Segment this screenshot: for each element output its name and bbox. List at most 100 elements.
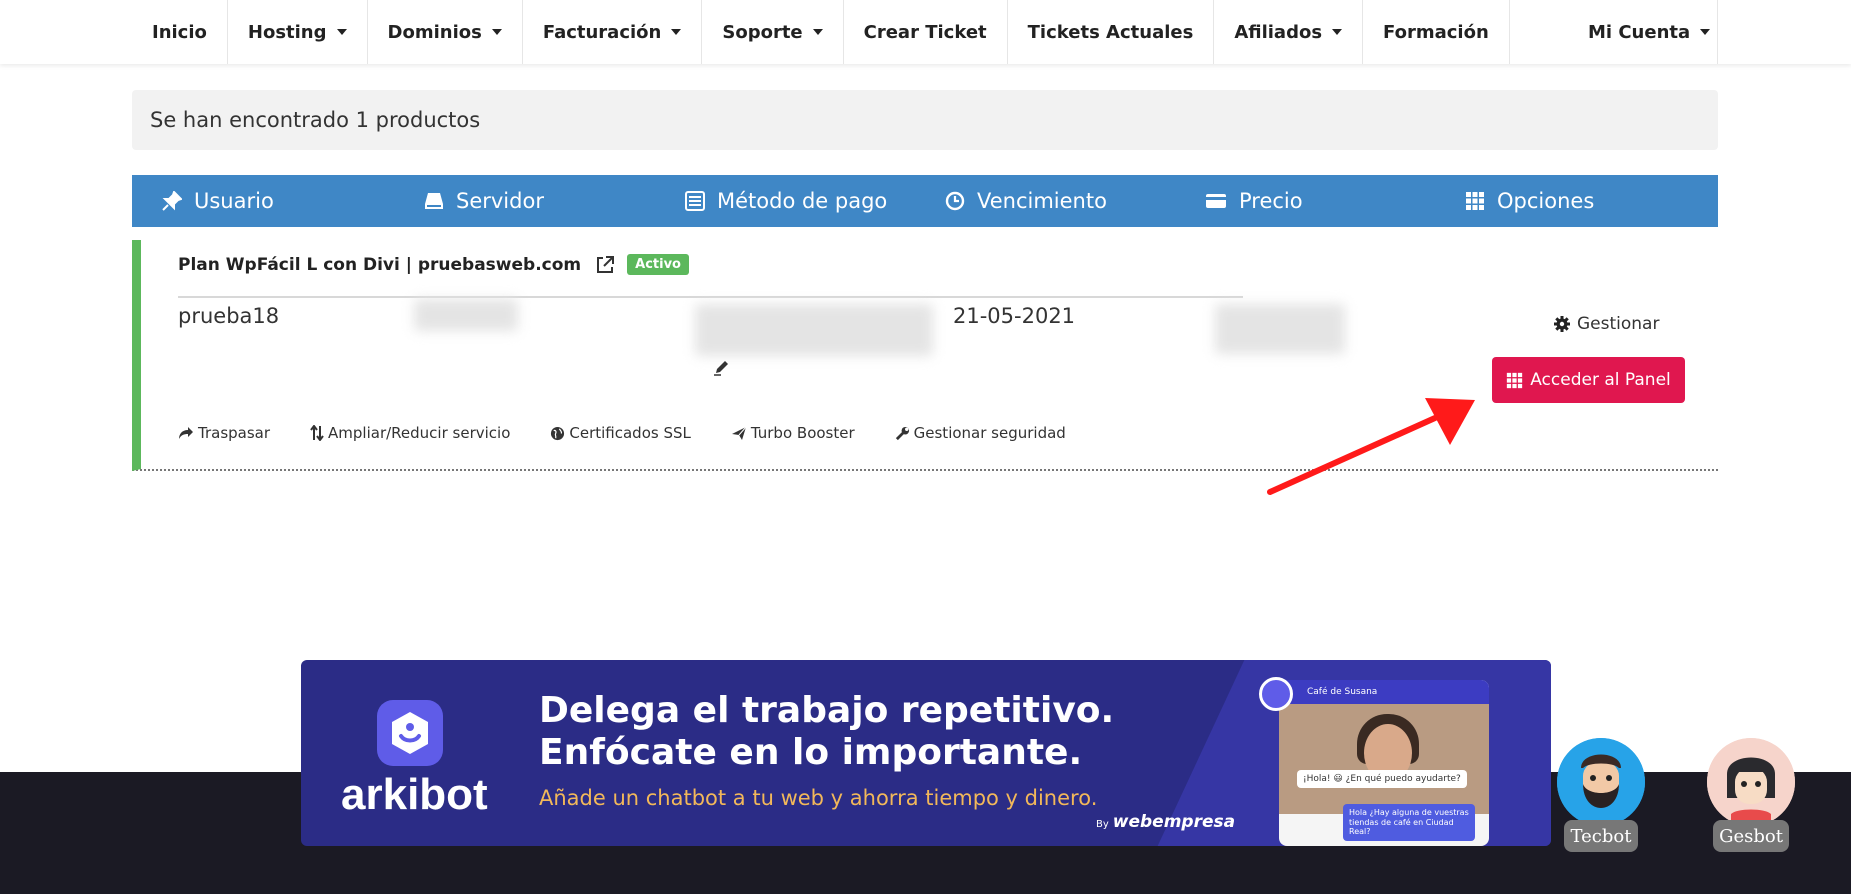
access-panel-label: Acceder al Panel (1530, 370, 1671, 390)
caret-down-icon (336, 29, 347, 35)
chat-title: Café de Susana (1307, 687, 1378, 697)
manage-security-link[interactable]: Gestionar seguridad (895, 424, 1066, 442)
action-label: Ampliar/Reducir servicio (328, 424, 511, 442)
wrench-icon (895, 426, 909, 440)
list-icon (685, 191, 705, 211)
chat-bot-avatar-icon (1259, 677, 1293, 711)
nav-item-label: Tickets Actuales (1027, 21, 1194, 43)
results-count-bar: Se han encontrado 1 productos (132, 90, 1718, 150)
action-label: Traspasar (198, 424, 271, 442)
nav-item-formaci-n[interactable]: Formación (1363, 0, 1510, 64)
nav-menu: Inicio Hosting Dominios Facturación Soporte C… (132, 0, 1510, 64)
column-header-precio[interactable]: Precio (1205, 175, 1303, 227)
access-panel-button[interactable]: Acceder al Panel (1492, 357, 1685, 403)
column-header-vencimiento[interactable]: Vencimiento (945, 175, 1107, 227)
divider (178, 296, 1243, 298)
banner-headline-1: Delega el trabajo repetitivo. (539, 690, 1115, 731)
column-header-usuario[interactable]: Usuario (162, 175, 274, 227)
column-header-servidor[interactable]: Servidor (424, 175, 544, 227)
banner-headline-2: Enfócate en lo importante. (539, 732, 1083, 773)
nav-item-label: Inicio (152, 21, 207, 43)
action-label: Gestionar seguridad (913, 424, 1066, 442)
banner-subline: Añade un chatbot a tu web y ahorra tiemp… (539, 786, 1098, 810)
nav-item-hosting[interactable]: Hosting (228, 0, 368, 64)
caret-down-icon (491, 29, 502, 35)
caret-down-icon (1700, 29, 1711, 35)
product-expiry-date: 21-05-2021 (953, 304, 1076, 328)
arkibot-logo-icon (377, 700, 443, 766)
product-title: Plan WpFácil L con Divi | pruebasweb.com (178, 254, 582, 275)
pin-icon (162, 191, 182, 211)
manage-label: Gestionar (1577, 314, 1660, 334)
ssl-certificates-link[interactable]: Certificados SSL (550, 424, 691, 442)
column-header-label: Servidor (456, 189, 544, 213)
product-actions: Traspasar Ampliar/Reducir servicio Certi… (178, 424, 1106, 442)
column-header-label: Vencimiento (977, 189, 1107, 213)
gesbot-label[interactable]: Gesbot (1713, 820, 1789, 852)
product-user: prueba18 (178, 304, 280, 328)
results-count-text: Se han encontrado 1 productos (150, 108, 481, 132)
nav-item-afiliados[interactable]: Afiliados (1214, 0, 1364, 64)
column-header-opciones[interactable]: Opciones (1465, 175, 1594, 227)
column-header-label: Opciones (1497, 189, 1595, 213)
credit-card-icon (1206, 194, 1226, 208)
action-label: Turbo Booster (750, 424, 855, 442)
red-arrow-annotation (1267, 398, 1475, 495)
price-value-redacted (1215, 304, 1345, 354)
webempresa-brand: webempresa (1112, 812, 1236, 832)
chat-photo (1279, 704, 1489, 814)
clock-icon (945, 191, 965, 211)
nav-item-label: Crear Ticket (863, 21, 987, 43)
up-down-arrows-icon (310, 425, 324, 441)
grid-icon (1466, 192, 1484, 210)
arkibot-logo-text: arkibot (341, 770, 488, 819)
caret-down-icon (671, 29, 682, 35)
nav-item-crear-ticket[interactable]: Crear Ticket (844, 0, 1008, 64)
pencil-icon[interactable] (713, 358, 731, 376)
column-header-label: Usuario (194, 189, 274, 213)
chat-bubble-user: Hola ¿Hay alguna de vuestras tiendas de … (1343, 804, 1475, 841)
column-header-metodo-pago[interactable]: Método de pago (685, 175, 887, 227)
chat-widget-mockup: Café de Susana ¡Hola! 😃 ¿En qué puedo ay… (1279, 680, 1489, 846)
nav-item-label: Facturación (542, 21, 662, 43)
nav-item-label: Mi Cuenta (1588, 21, 1691, 43)
nav-item-dominios[interactable]: Dominios (368, 0, 523, 64)
nav-item-tickets-actuales[interactable]: Tickets Actuales (1008, 0, 1215, 64)
resize-service-link[interactable]: Ampliar/Reducir servicio (310, 424, 510, 442)
gear-icon (1554, 316, 1570, 332)
caret-down-icon (812, 29, 823, 35)
globe-icon (551, 426, 565, 440)
transfer-link[interactable]: Traspasar (178, 424, 270, 442)
action-label: Certificados SSL (569, 424, 691, 442)
payment-method-redacted (695, 304, 933, 356)
server-value-redacted (414, 299, 518, 331)
nav-item-label: Formación (1383, 21, 1489, 43)
arkibot-ad-banner[interactable]: arkibot Delega el trabajo repetitivo. En… (301, 660, 1551, 846)
by-label: By (1096, 819, 1109, 830)
tecbot-avatar[interactable] (1557, 738, 1645, 826)
nav-item-facturaci-n[interactable]: Facturación (523, 0, 703, 64)
chat-bubble-bot: ¡Hola! 😃 ¿En qué puedo ayudarte? (1297, 770, 1467, 788)
product-title-line: Plan WpFácil L con Divi | pruebasweb.com… (178, 254, 689, 275)
server-icon (425, 193, 443, 209)
tecbot-label[interactable]: Tecbot (1564, 820, 1638, 852)
grid-icon (1507, 372, 1523, 388)
column-header-label: Precio (1239, 189, 1303, 213)
nav-item-label: Afiliados (1234, 21, 1323, 43)
nav-item-inicio[interactable]: Inicio (132, 0, 228, 64)
nav-item-mi-cuenta[interactable]: Mi Cuenta (1568, 0, 1718, 64)
banner-by-brand: By webempresa (1096, 812, 1235, 832)
nav-item-label: Dominios (387, 21, 482, 43)
chat-header: Café de Susana (1279, 680, 1489, 704)
gesbot-avatar[interactable] (1707, 738, 1795, 826)
paper-plane-icon (731, 426, 747, 440)
status-badge: Activo (627, 254, 689, 275)
share-arrow-icon (179, 427, 193, 439)
products-table-header: Usuario Servidor Método de pago Vencimie… (132, 175, 1718, 227)
top-navbar: Inicio Hosting Dominios Facturación Soporte C… (0, 0, 1851, 64)
nav-item-label: Hosting (247, 21, 327, 43)
turbo-booster-link[interactable]: Turbo Booster (731, 424, 855, 442)
manage-link[interactable]: Gestionar (1553, 314, 1659, 334)
nav-item-soporte[interactable]: Soporte (702, 0, 844, 64)
external-link-icon[interactable] (595, 255, 615, 275)
